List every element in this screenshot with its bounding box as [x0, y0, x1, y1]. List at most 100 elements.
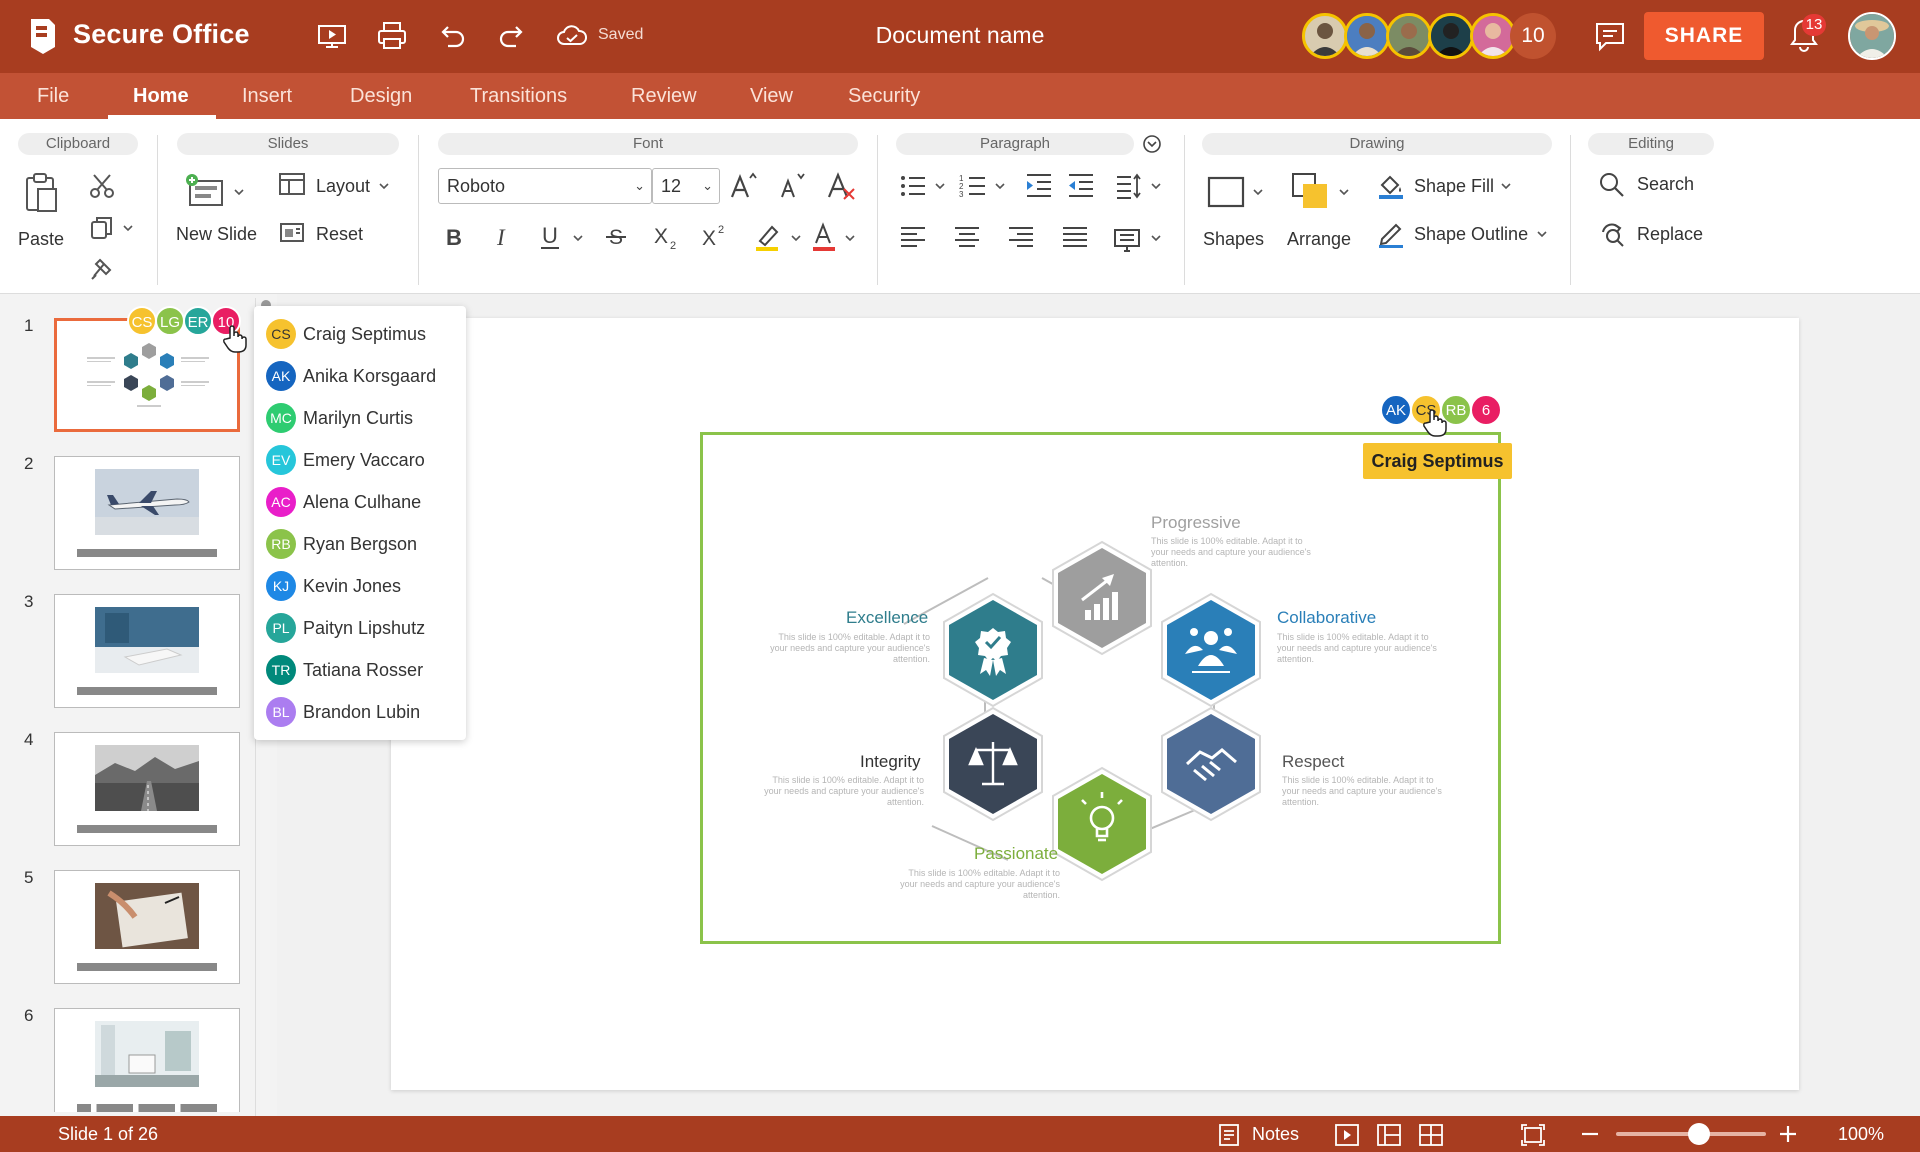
collaborator-dropdown[interactable]: CS Craig Septimus AK Anika Korsgaard MC Mar… — [254, 306, 466, 740]
user-avatar[interactable] — [1848, 12, 1896, 60]
collaborator-item[interactable]: BL Brandon Lubin — [266, 695, 420, 729]
print-icon[interactable] — [374, 18, 410, 54]
thumbnail-collaborator[interactable]: ER — [183, 306, 213, 336]
avatar[interactable] — [1344, 13, 1390, 59]
menu-view[interactable]: View — [750, 85, 793, 108]
font-size-select[interactable]: 12 ⌄ — [652, 168, 720, 204]
collaborator-item[interactable]: AK Anika Korsgaard — [266, 359, 436, 393]
menu-home[interactable]: Home — [133, 85, 189, 108]
align-left-icon[interactable] — [898, 223, 928, 253]
shapes-button[interactable]: Shapes — [1203, 229, 1264, 250]
decrease-font-icon[interactable] — [776, 169, 810, 203]
collaborator-item[interactable]: PL Paityn Lipshutz — [266, 611, 425, 645]
subscript-icon[interactable]: X2 — [650, 219, 684, 253]
slide-thumbnail-panel[interactable]: 1 CS LG ER 10 2 3 4 5 6 — [0, 294, 277, 1116]
avatar[interactable] — [1386, 13, 1432, 59]
paste-icon[interactable] — [22, 171, 60, 215]
zoom-slider[interactable] — [1616, 1123, 1766, 1145]
chevron-down-icon[interactable] — [994, 181, 1006, 191]
shape-outline-icon[interactable] — [1376, 219, 1406, 249]
thumbnail-collaborator[interactable]: CS — [127, 306, 157, 336]
search-button[interactable]: Search — [1637, 174, 1694, 195]
slideshow-view-icon[interactable] — [1334, 1122, 1360, 1148]
menu-design[interactable]: Design — [350, 85, 412, 108]
shape-fill-button[interactable]: Shape Fill — [1414, 176, 1494, 197]
thumbnail-collaborator[interactable]: LG — [155, 306, 185, 336]
search-icon[interactable] — [1598, 171, 1626, 199]
bold-icon[interactable]: B — [440, 219, 470, 253]
layout-button[interactable]: Layout — [316, 176, 370, 197]
chevron-down-icon[interactable] — [1150, 233, 1162, 243]
increase-indent-icon[interactable] — [1024, 171, 1054, 201]
paragraph-options-icon[interactable] — [1142, 134, 1162, 154]
cut-icon[interactable] — [88, 172, 116, 200]
notes-icon[interactable] — [1216, 1122, 1242, 1148]
present-icon[interactable] — [314, 18, 350, 54]
collaborator-count[interactable]: 10 — [1510, 13, 1556, 59]
bullet-list-icon[interactable] — [898, 171, 928, 201]
italic-icon[interactable]: I — [488, 219, 518, 253]
grid-view-icon[interactable] — [1418, 1122, 1444, 1148]
justify-icon[interactable] — [1060, 223, 1090, 253]
chevron-down-icon[interactable] — [572, 233, 584, 243]
canvas-collaborator[interactable]: AK — [1380, 394, 1412, 426]
shape-outline-button[interactable]: Shape Outline — [1414, 224, 1528, 245]
share-button[interactable]: SHARE — [1644, 12, 1764, 60]
shapes-icon[interactable] — [1206, 173, 1246, 211]
font-color-icon[interactable] — [808, 219, 842, 253]
text-direction-icon[interactable] — [1112, 223, 1144, 253]
chevron-down-icon[interactable] — [378, 181, 390, 191]
document-name[interactable]: Document name — [876, 22, 1045, 48]
collaborator-item[interactable]: CS Craig Septimus — [266, 317, 426, 351]
underline-icon[interactable]: U — [536, 219, 566, 253]
zoom-slider-thumb[interactable] — [1687, 1123, 1710, 1145]
line-spacing-icon[interactable] — [1114, 171, 1144, 201]
arrange-button[interactable]: Arrange — [1287, 229, 1351, 250]
redo-icon[interactable] — [494, 18, 530, 54]
reset-button[interactable]: Reset — [316, 224, 363, 245]
chevron-down-icon[interactable] — [790, 233, 802, 243]
increase-font-icon[interactable] — [728, 169, 762, 203]
collaborator-item[interactable]: MC Marilyn Curtis — [266, 401, 413, 435]
align-right-icon[interactable] — [1006, 223, 1036, 253]
zoom-out-icon[interactable] — [1578, 1122, 1602, 1146]
slide-thumbnail-3[interactable] — [54, 594, 240, 708]
collaborator-item[interactable]: EV Emery Vaccaro — [266, 443, 425, 477]
zoom-in-icon[interactable] — [1776, 1122, 1800, 1146]
comment-icon[interactable] — [1592, 18, 1628, 54]
font-family-select[interactable]: Roboto ⌄ — [438, 168, 652, 204]
chevron-down-icon[interactable] — [1252, 187, 1264, 197]
fit-to-window-icon[interactable] — [1520, 1122, 1546, 1148]
avatar[interactable] — [1302, 13, 1348, 59]
clear-format-icon[interactable] — [824, 169, 858, 203]
menu-review[interactable]: Review — [631, 85, 697, 108]
chevron-down-icon[interactable] — [1338, 187, 1350, 197]
undo-icon[interactable] — [434, 18, 470, 54]
slide-thumbnail-6[interactable] — [54, 1008, 240, 1112]
menu-security[interactable]: Security — [848, 85, 920, 108]
chevron-down-icon[interactable] — [233, 187, 245, 197]
collaborator-item[interactable]: TR Tatiana Rosser — [266, 653, 423, 687]
shape-fill-icon[interactable] — [1376, 171, 1406, 201]
menu-file[interactable]: File — [37, 85, 69, 108]
chevron-down-icon[interactable] — [844, 233, 856, 243]
layout-icon[interactable] — [278, 171, 306, 197]
avatar[interactable] — [1428, 13, 1474, 59]
numbered-list-icon[interactable]: 123 — [958, 171, 988, 201]
selection-box[interactable] — [700, 432, 1501, 944]
arrange-icon[interactable] — [1290, 171, 1330, 211]
new-slide-button[interactable]: New Slide — [176, 224, 257, 245]
chevron-down-icon[interactable] — [1536, 229, 1548, 239]
collaborator-item[interactable]: RB Ryan Bergson — [266, 527, 417, 561]
copy-icon[interactable] — [88, 214, 116, 242]
chevron-down-icon[interactable] — [934, 181, 946, 191]
collaborator-item[interactable]: AC Alena Culhane — [266, 485, 421, 519]
reset-icon[interactable] — [278, 219, 306, 245]
strikethrough-icon[interactable]: S — [602, 219, 632, 253]
collaborator-item[interactable]: KJ Kevin Jones — [266, 569, 401, 603]
chevron-down-icon[interactable] — [1150, 181, 1162, 191]
slide-thumbnail-2[interactable] — [54, 456, 240, 570]
canvas-collaborator-count[interactable]: 6 — [1470, 394, 1502, 426]
new-slide-icon[interactable] — [184, 173, 228, 211]
normal-view-icon[interactable] — [1376, 1122, 1402, 1148]
